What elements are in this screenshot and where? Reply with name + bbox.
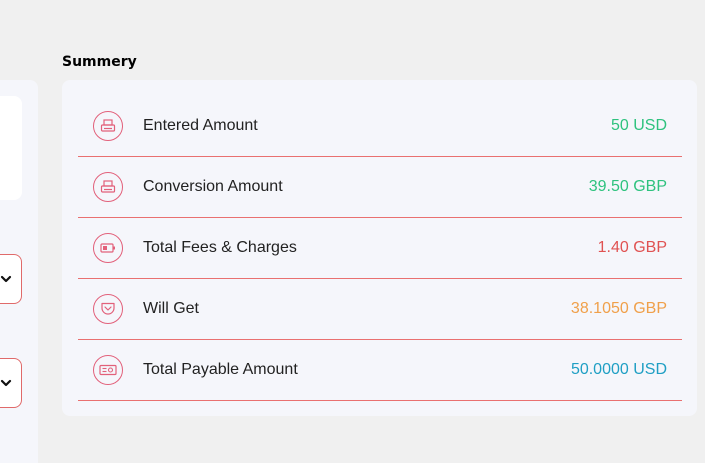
summary-row-value: 50.0000 USD xyxy=(570,361,667,378)
summary-card: Entered Amount 50 USD Conversion Amount … xyxy=(62,80,697,416)
currency-select-to[interactable] xyxy=(0,358,22,408)
printer-icon xyxy=(93,172,123,202)
left-input-box[interactable] xyxy=(0,96,22,200)
printer-icon xyxy=(93,111,123,141)
summary-row-total-payable: Total Payable Amount 50.0000 USD xyxy=(78,340,682,401)
summary-row-label: Total Payable Amount xyxy=(143,361,298,378)
chevron-down-icon xyxy=(0,379,12,387)
summary-row-value: 38.1050 GBP xyxy=(570,300,667,317)
summary-row-conversion-amount: Conversion Amount 39.50 GBP xyxy=(78,157,682,218)
chevron-down-icon xyxy=(0,275,12,283)
summary-row-value: 39.50 GBP xyxy=(588,178,667,195)
summary-row-entered-amount: Entered Amount 50 USD xyxy=(78,96,682,157)
summary-row-label: Conversion Amount xyxy=(143,178,283,195)
summary-row-label: Entered Amount xyxy=(143,117,258,134)
summary-row-value: 1.40 GBP xyxy=(597,239,667,256)
summary-row-label: Total Fees & Charges xyxy=(143,239,297,256)
currency-select-from[interactable] xyxy=(0,254,22,304)
summary-row-value: 50 USD xyxy=(610,117,667,134)
summary-row-will-get: Will Get 38.1050 GBP xyxy=(78,279,682,340)
summary-row-total-fees: Total Fees & Charges 1.40 GBP xyxy=(78,218,682,279)
battery-icon xyxy=(93,233,123,263)
summary-row-label: Will Get xyxy=(143,300,199,317)
cash-icon xyxy=(93,355,123,385)
pocket-icon xyxy=(93,294,123,324)
summary-title: Summery xyxy=(62,54,137,70)
